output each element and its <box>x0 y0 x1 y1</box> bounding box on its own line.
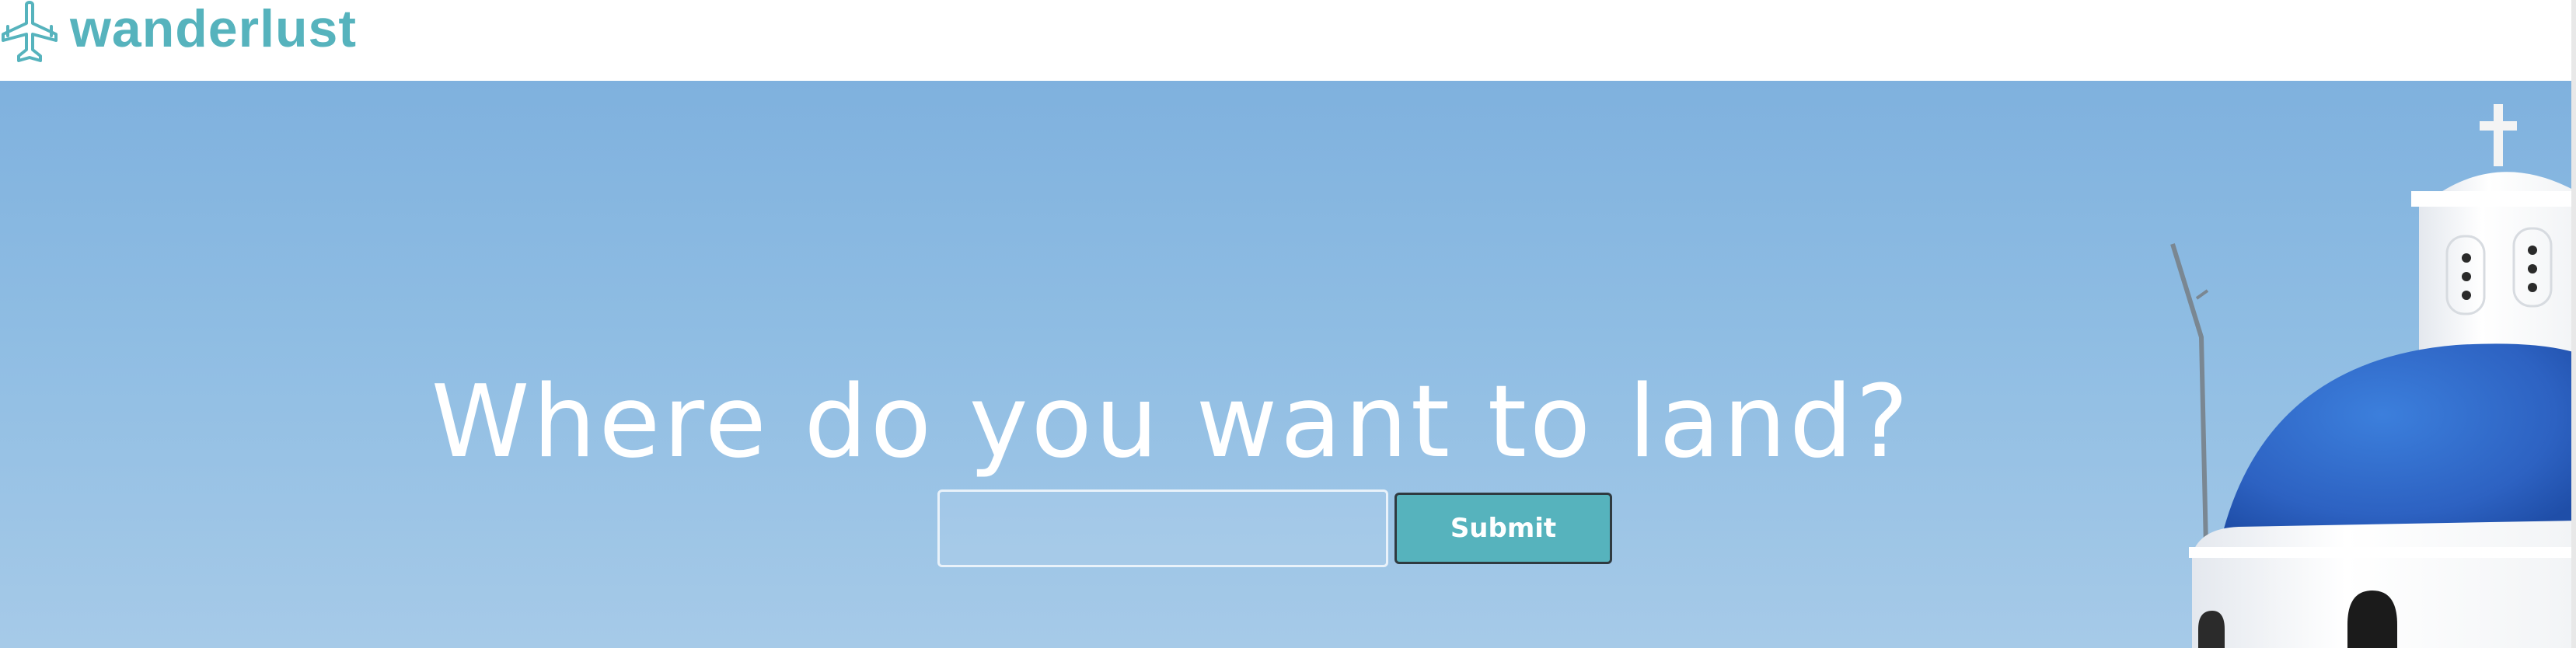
airplane-icon <box>2 1 58 62</box>
brand-logo-link[interactable]: wanderlust <box>0 0 357 62</box>
site-header: wanderlust <box>0 0 2576 81</box>
page-scrollbar[interactable] <box>2571 0 2576 648</box>
hero-headline: Where do you want to land? <box>431 364 1912 480</box>
page: wanderlust Where do you want to land? Su… <box>0 0 2576 648</box>
hero-section: Where do you want to land? Submit <box>0 81 2576 648</box>
submit-button[interactable]: Submit <box>1394 493 1612 564</box>
brand-name: wanderlust <box>70 0 357 58</box>
destination-search-form: Submit <box>937 489 1612 567</box>
destination-input[interactable] <box>937 489 1388 567</box>
